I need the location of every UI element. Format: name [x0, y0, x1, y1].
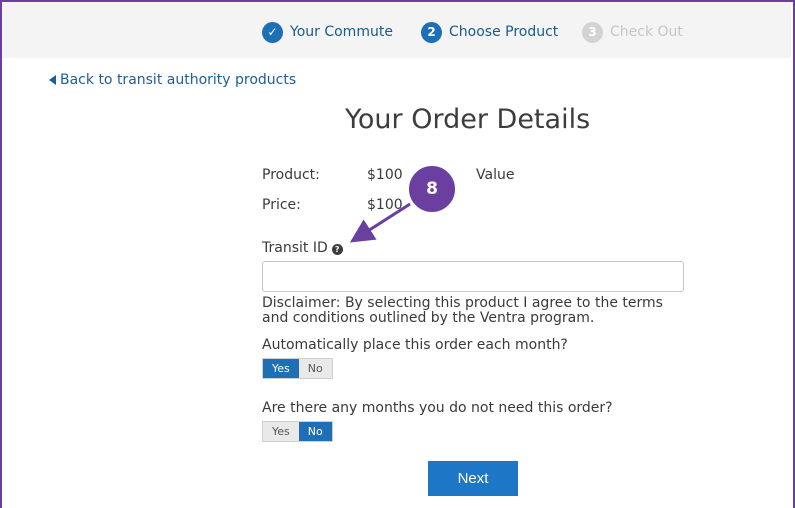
monthly-order-no-button[interactable]: No — [298, 359, 332, 378]
back-link[interactable]: Back to transit authority products — [49, 72, 296, 88]
monthly-order-toggle: Yes No — [262, 358, 333, 379]
step-number: 3 — [582, 21, 603, 43]
monthly-order-yes-button[interactable]: Yes — [263, 359, 299, 378]
monthly-order-question: Automatically place this order each mont… — [262, 337, 568, 353]
step-label: Your Commute — [290, 24, 393, 40]
price-value: $100 — [367, 197, 403, 213]
skip-months-yes-button[interactable]: Yes — [263, 422, 299, 441]
caret-left-icon — [49, 75, 56, 85]
skip-months-no-button[interactable]: No — [298, 422, 332, 441]
step-label: Check Out — [610, 24, 683, 40]
annotation-callout-badge: 8 — [406, 163, 458, 215]
transit-id-label: Transit ID ? — [262, 240, 343, 256]
checkmark-icon: ✓ — [262, 21, 283, 43]
help-icon[interactable]: ? — [331, 243, 343, 255]
step-your-commute[interactable]: ✓ Your Commute — [262, 19, 393, 45]
step-number: 2 — [421, 21, 442, 43]
disclaimer-text: Disclaimer: By selecting this product I … — [262, 295, 663, 326]
product-label: Product: — [262, 167, 320, 183]
skip-months-question: Are there any months you do not need thi… — [262, 400, 613, 416]
price-label: Price: — [262, 197, 301, 213]
step-choose-product[interactable]: 2 Choose Product — [421, 19, 558, 45]
transit-id-input[interactable] — [262, 261, 684, 292]
transit-id-label-text: Transit ID — [262, 240, 328, 256]
page-title: Your Order Details — [345, 104, 591, 135]
next-button[interactable]: Next — [428, 461, 518, 496]
product-value: $100 — [367, 167, 403, 183]
skip-months-toggle: Yes No — [262, 421, 333, 442]
product-value-suffix: Value — [476, 167, 515, 183]
step-label: Choose Product — [449, 24, 559, 40]
progress-stepper: ✓ Your Commute 2 Choose Product 3 Check … — [2, 2, 791, 58]
back-link-label: Back to transit authority products — [60, 72, 297, 88]
step-check-out: 3 Check Out — [582, 19, 683, 45]
